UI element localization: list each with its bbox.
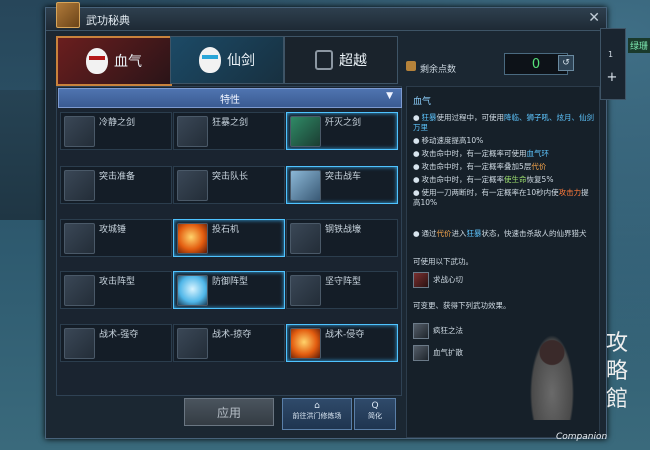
skill-icon [64,275,95,306]
skill-cell[interactable]: 攻城锤 [60,219,172,257]
usable-skill: 求战心切 [433,275,463,284]
training-label: 前往洪门修炼场 [292,412,342,420]
building-icon: ⌂ [314,401,320,411]
skill-name: 防御阵型 [212,277,249,287]
lock-icon [315,50,333,70]
reset-points-button[interactable]: ↺ [558,55,574,71]
skill-name: 突击战车 [325,172,362,182]
skill-cell[interactable]: 突击战车 [286,166,398,204]
skill-name: 钢铁战壕 [325,225,362,235]
skill-cell[interactable]: 钢铁战壕 [286,219,398,257]
filter-label: 特性 [220,94,240,106]
skill-icon [64,223,95,254]
detail-line: ● 使用一刀两断时，有一定概率在10秒内使攻击力提高10% [413,188,589,207]
skill-name: 战术-掠夺 [212,330,252,340]
close-icon[interactable]: ✕ [588,10,600,26]
skill-icon [177,328,208,359]
tab-label: 血气 [114,54,142,70]
training-ground-button[interactable]: ⌂ 前往洪门修炼场 [282,398,352,430]
skill-icon [413,345,429,361]
skill-cell[interactable]: 突击准备 [60,166,172,204]
skill-cell[interactable]: 狂暴之剑 [173,112,285,150]
skill-icon [177,223,208,254]
skill-icon [290,328,321,359]
background-island [0,90,50,220]
skill-name: 战术-强夺 [99,330,139,340]
skill-name: 攻击阵型 [99,277,136,287]
skill-name: 战术-侵夺 [325,330,365,340]
skill-icon [64,116,95,147]
tab-transcend[interactable]: 超越 [284,36,398,84]
skill-name: 冷静之剑 [99,118,136,128]
skill-cell[interactable]: 防御阵型 [173,271,285,309]
skill-icon [413,323,429,339]
skill-cell[interactable]: 投石机 [173,219,285,257]
skill-name: 投石机 [212,225,240,235]
effects-text: 可变更、获得下列武功效果。 [413,301,511,310]
skill-name: 坚守阵型 [325,277,362,287]
skill-cell[interactable]: 坚守阵型 [286,271,398,309]
skill-icon [290,116,321,147]
tab-blood-qi[interactable]: 血气 [56,36,172,86]
skill-name: 突击队长 [212,172,249,182]
filter-dropdown[interactable]: 特性 ▼ [58,88,402,108]
detail-line: ● 通过代价进入狂暴状态，快速击杀敌人的仙界猎犬 [413,229,587,238]
calligraphy-logo: 攻略館 [605,331,628,412]
detail-line: ● 攻击命中时，有一定概率叠加5层代价 [413,162,547,171]
skill-cell[interactable]: 战术-强夺 [60,324,172,362]
skill-cell[interactable]: 歼灭之剑 [286,112,398,150]
skill-icon [290,275,321,306]
titlebar [46,8,606,31]
skill-icon [290,223,321,254]
detail-line: ● 攻击命中时，有一定概率使生命恢复5% [413,175,554,184]
simplify-label: 简化 [368,412,382,420]
red-mask-icon [86,48,108,74]
skill-name: 狂暴之剑 [212,118,249,128]
tab-label: 仙剑 [227,53,255,69]
detail-line: ● 狂暴使用过程中，可使用降临、狮子吼、炫月、仙剑万里 [413,113,595,132]
points-icon [406,61,416,71]
chevron-down-icon: ▼ [386,91,393,101]
skill-cell[interactable]: 突击队长 [173,166,285,204]
skill-icon [290,170,321,201]
watermark: Companion [556,432,608,442]
skill-icon [64,170,95,201]
tab-immortal-sword[interactable]: 仙剑 [170,36,284,84]
skill-icon [177,116,208,147]
points-label: 剩余点数 [420,65,457,75]
skill-cell[interactable]: 攻击阵型 [60,271,172,309]
companion-character [528,330,576,420]
add-button[interactable]: + [600,70,624,92]
skill-name: 攻城锤 [99,225,127,235]
usable-text: 可使用以下武功。 [413,257,473,266]
map-location-label: 绿珊 [628,38,650,53]
skill-icon [413,272,429,288]
q-key-icon: Q [371,401,379,411]
book-icon [56,2,80,28]
detail-line: ● 攻击命中时，有一定概率可使用血气环 [413,149,550,158]
skill-cell[interactable]: 战术-侵夺 [286,324,398,362]
skill-icon [177,275,208,306]
skill-name: 突击准备 [99,172,136,182]
skill-name: 歼灭之剑 [325,118,362,128]
tab-label: 超越 [339,53,367,69]
blue-mask-icon [199,47,221,73]
skill-cell[interactable]: 战术-掠夺 [173,324,285,362]
simplify-button[interactable]: Q 简化 [354,398,396,430]
martial-arts-window: 武功秘典 ✕ 血气 仙剑 超越 剩余点数 0 ↺ 特性 ▼ 冷静之剑 狂暴之剑 … [45,2,607,439]
apply-button[interactable]: 应用 [184,398,274,426]
skill-icon [177,170,208,201]
detail-heading: 血气 [413,97,432,107]
side-count: 1 [608,50,614,59]
detail-line: ● 移动速度提高10% [413,136,484,145]
skill-icon [64,328,95,359]
window-title: 武功秘典 [86,14,130,27]
skill-cell[interactable]: 冷静之剑 [60,112,172,150]
